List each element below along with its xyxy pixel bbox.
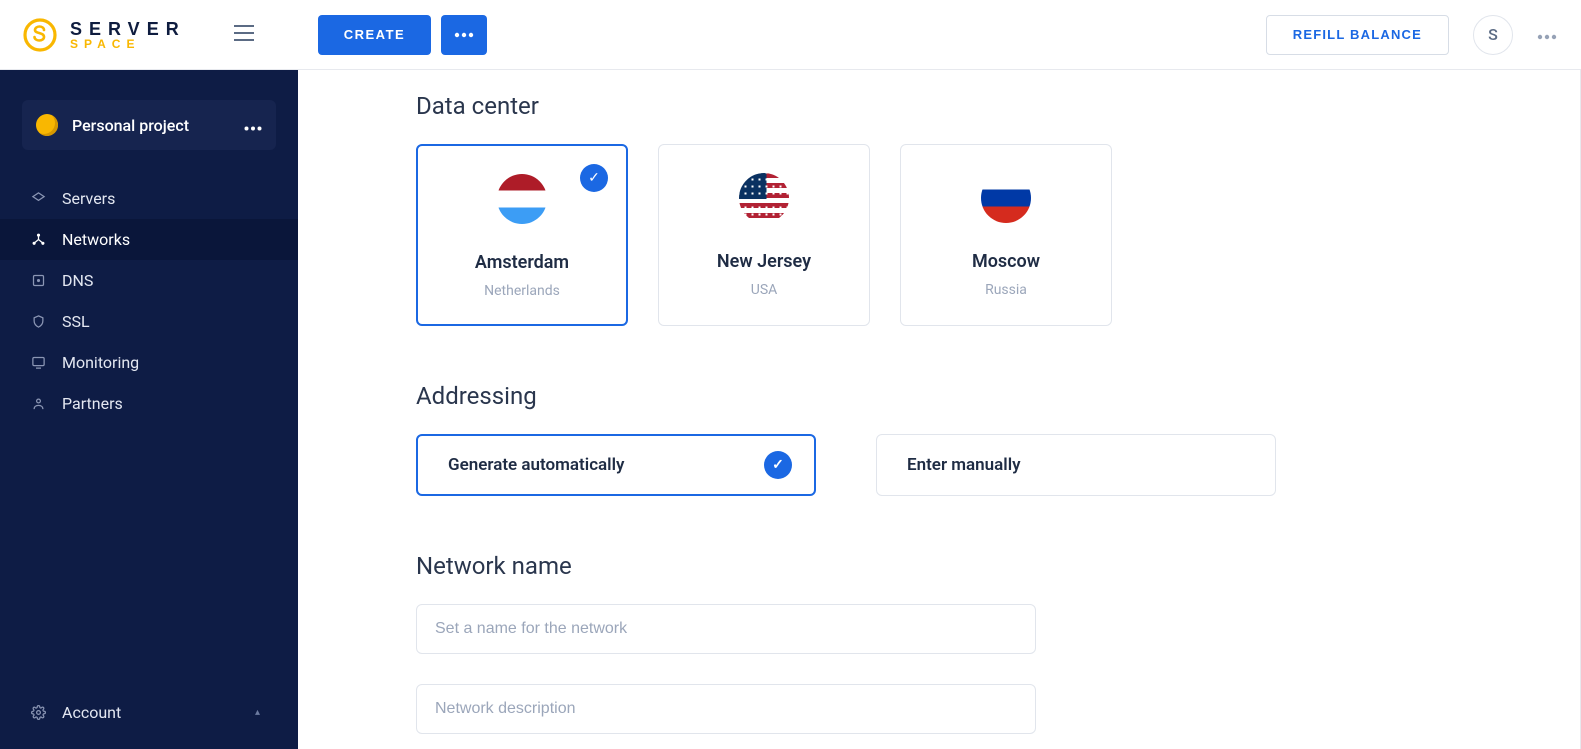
chevron-up-icon: ▴ [255, 707, 260, 718]
sidebar-item-servers[interactable]: Servers [0, 178, 298, 219]
sidebar-item-dns[interactable]: DNS [0, 260, 298, 301]
servers-icon [30, 191, 46, 206]
project-selector[interactable]: Personal project [22, 100, 276, 150]
project-name: Personal project [72, 116, 244, 135]
addressing-option-label: Generate automatically [448, 455, 624, 475]
brand-name-top: SERVER [70, 20, 186, 38]
sidebar-item-label: SSL [62, 312, 90, 331]
brand-logo-icon [22, 17, 58, 53]
datacenter-country: USA [751, 282, 778, 298]
addressing-option-manual[interactable]: Enter manually✓ [876, 434, 1276, 496]
datacenter-city: Moscow [972, 251, 1040, 272]
monitoring-icon [30, 355, 46, 370]
create-button[interactable]: CREATE [318, 15, 431, 55]
sidebar-item-partners[interactable]: Partners [0, 383, 298, 424]
datacenter-card-amsterdam[interactable]: ✓ Amsterdam Netherlands [416, 144, 628, 326]
datacenter-city: New Jersey [717, 251, 811, 272]
sidebar-item-label: Monitoring [62, 353, 139, 372]
dots-horizontal-icon [1537, 34, 1557, 40]
flag-ru-icon [981, 173, 1031, 223]
create-more-button[interactable] [441, 15, 487, 55]
project-more-button[interactable] [244, 116, 262, 135]
sidebar-toggle-button[interactable] [234, 25, 254, 45]
networks-icon [30, 232, 46, 247]
sidebar: Personal project Servers Networks DNS SSL Mo… [0, 70, 298, 749]
dots-horizontal-icon [454, 32, 474, 38]
brand-name-bottom: SPACE [70, 38, 186, 50]
main-content: Data center ✓ Amsterdam Netherlands ✓ New Je… [298, 70, 1581, 749]
topbar-more-button[interactable] [1537, 25, 1557, 44]
datacenter-country: Russia [985, 282, 1027, 298]
dns-icon [30, 273, 46, 288]
addressing-title: Addressing [416, 382, 1496, 410]
network-name-input[interactable] [416, 604, 1036, 654]
flag-nl-icon [497, 174, 547, 224]
topbar: SERVER SPACE CREATE REFILL BALANCE S [0, 0, 1581, 70]
partners-icon [30, 396, 46, 411]
sidebar-item-label: DNS [62, 271, 93, 290]
sidebar-item-label: Servers [62, 189, 115, 208]
datacenter-country: Netherlands [484, 283, 560, 299]
refill-balance-button[interactable]: REFILL BALANCE [1266, 15, 1449, 55]
project-avatar-icon [36, 114, 58, 136]
sidebar-item-account[interactable]: Account ▴ [0, 692, 298, 733]
sidebar-item-label: Networks [62, 230, 130, 249]
sidebar-nav: Servers Networks DNS SSL Monitoring Partners [0, 178, 298, 424]
datacenter-city: Amsterdam [475, 252, 569, 273]
sidebar-item-label: Account [62, 703, 121, 722]
network-name-title: Network name [416, 552, 1496, 580]
datacenter-row: ✓AmsterdamNetherlands✓New JerseyUSA✓Mosc… [416, 144, 1496, 326]
sidebar-item-ssl[interactable]: SSL [0, 301, 298, 342]
sidebar-item-monitoring[interactable]: Monitoring [0, 342, 298, 383]
check-icon: ✓ [580, 164, 608, 192]
ssl-icon [30, 314, 46, 329]
addressing-option-label: Enter manually [907, 455, 1021, 475]
gear-icon [30, 705, 46, 720]
flag-us-icon [739, 173, 789, 223]
user-avatar[interactable]: S [1473, 15, 1513, 55]
brand-logo[interactable]: SERVER SPACE [22, 17, 186, 53]
addressing-row: Generate automatically ✓ Enter manually✓ [416, 434, 1496, 496]
sidebar-item-label: Partners [62, 394, 123, 413]
sidebar-item-networks[interactable]: Networks [0, 219, 298, 260]
network-description-input[interactable] [416, 684, 1036, 734]
addressing-option-auto[interactable]: Generate automatically ✓ [416, 434, 816, 496]
hamburger-icon [234, 25, 254, 41]
datacenter-card-moscow[interactable]: ✓MoscowRussia [900, 144, 1112, 326]
check-icon: ✓ [764, 451, 792, 479]
datacenter-title: Data center [416, 92, 1496, 120]
datacenter-card-new-jersey[interactable]: ✓New JerseyUSA [658, 144, 870, 326]
